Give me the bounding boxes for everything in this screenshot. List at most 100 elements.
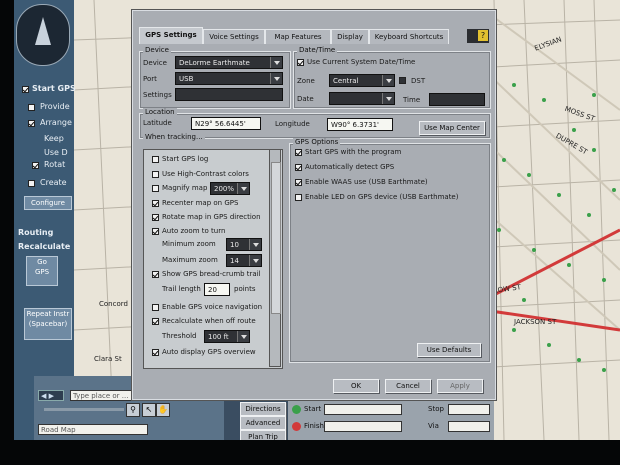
chevron-down-icon (237, 331, 249, 342)
port-select[interactable]: USB (175, 72, 283, 85)
create-checkbox[interactable] (28, 180, 35, 187)
map-type-select[interactable]: Road Map (38, 424, 148, 435)
gps-option-label: Start GPS with the program (305, 148, 402, 156)
gps-option-checkbox[interactable] (295, 149, 302, 156)
tracking-checkbox[interactable] (152, 304, 159, 311)
rotate-checkbox[interactable] (32, 162, 39, 169)
use-defaults-button[interactable]: Use Defaults (417, 343, 481, 357)
provide-checkbox[interactable] (28, 104, 35, 111)
dst-checkbox[interactable] (399, 77, 406, 84)
configure-button[interactable]: Configure (24, 196, 72, 210)
tracking-checkbox[interactable] (152, 228, 159, 235)
tracking-option-label: Enable GPS voice navigation (162, 303, 263, 311)
threshold-value: 100 ft (208, 333, 229, 341)
finish-input[interactable] (324, 421, 402, 432)
start-gps-checkbox[interactable] (22, 86, 29, 93)
tracking-scrollbar[interactable] (269, 149, 281, 367)
tab-gps-settings[interactable]: GPS Settings (139, 27, 203, 44)
stop-input[interactable] (448, 404, 490, 415)
trail-length-input[interactable]: 20 (204, 283, 230, 296)
latitude-input[interactable]: N29° 56.6445' (191, 117, 261, 130)
tab-scroll[interactable]: ? (467, 29, 489, 43)
device-select[interactable]: DeLorme Earthmate (175, 56, 283, 69)
directions-tab[interactable]: Directions (240, 402, 286, 416)
min-zoom-select[interactable]: 10 (226, 238, 262, 251)
tracking-checkbox[interactable] (152, 200, 159, 207)
hand-icon[interactable]: ✋ (156, 403, 170, 417)
longitude-input[interactable]: W90° 6.3731' (327, 118, 393, 131)
datetime-group-title: Date/Time (297, 46, 338, 54)
tracking-checkbox[interactable] (152, 156, 159, 163)
gps-option-label: Enable LED on GPS device (USB Earthmate) (305, 193, 459, 201)
via-input[interactable] (448, 421, 490, 432)
option-label: Rotat (44, 160, 66, 169)
date-field[interactable] (329, 92, 395, 105)
magnify-value: 200% (214, 185, 235, 193)
tracking-option-label: Show GPS bread-crumb trail (162, 270, 261, 278)
gps-option-checkbox[interactable] (295, 164, 302, 171)
tab-voice-settings[interactable]: Voice Settings (203, 29, 265, 44)
tracking-option-label: Maximum zoom (162, 256, 218, 264)
use-system-date-label: Use Current System Date/Time (307, 58, 416, 66)
option-label: Provide (40, 102, 70, 111)
option-label: Create (40, 178, 67, 187)
tab-display[interactable]: Display (331, 29, 369, 44)
time-label: Time (403, 96, 421, 104)
arrange-checkbox[interactable] (28, 120, 35, 127)
scrollbar-thumb[interactable] (271, 162, 281, 314)
chevron-down-icon (382, 93, 394, 104)
tracking-option-label: Trail length (162, 285, 201, 293)
magnifier-icon[interactable]: ⚲ (126, 403, 140, 417)
gps-button[interactable]: Go GPS (26, 256, 58, 286)
magnify-select[interactable]: 200% (210, 182, 250, 195)
tracking-options-list[interactable]: Start GPS log Use High-Contrast colors M… (143, 149, 283, 369)
tracking-group-title: When tracking... (143, 133, 205, 141)
zone-value: Central (333, 77, 359, 85)
tab-keyboard-shortcuts[interactable]: Keyboard Shortcuts (369, 29, 449, 44)
option-label: Use D (44, 148, 68, 157)
tracking-checkbox[interactable] (152, 318, 159, 325)
threshold-select[interactable]: 100 ft (204, 330, 250, 343)
chevron-down-icon (249, 239, 261, 250)
zone-select[interactable]: Central (329, 74, 395, 87)
settings-field[interactable] (175, 88, 283, 101)
cancel-button[interactable]: Cancel (385, 379, 431, 393)
tracking-option-label: Auto zoom to turn (162, 227, 226, 235)
date-label: Date (297, 95, 314, 103)
tracking-checkbox[interactable] (152, 214, 159, 221)
chevron-down-icon (270, 57, 282, 68)
tracking-checkbox[interactable] (152, 185, 159, 192)
tracking-option-label: Minimum zoom (162, 240, 216, 248)
help-icon[interactable]: ? (478, 30, 488, 41)
zoom-slider[interactable] (44, 408, 124, 411)
tracking-checkbox[interactable] (152, 171, 159, 178)
advanced-tab[interactable]: Advanced (240, 416, 286, 430)
use-map-center-button[interactable]: Use Map Center (419, 121, 485, 135)
time-field[interactable] (429, 93, 485, 106)
stop-label: Stop (428, 405, 444, 413)
zone-label: Zone (297, 77, 315, 85)
plan-trip-tab[interactable]: Plan Trip (240, 430, 286, 440)
port-value: USB (179, 75, 194, 83)
chevron-down-icon (270, 73, 282, 84)
use-system-date-checkbox[interactable] (297, 59, 304, 66)
chevron-down-icon (249, 255, 261, 266)
pointer-icon[interactable]: ↖ (142, 403, 156, 417)
start-label: Start (304, 405, 322, 413)
repeat-instruction-button[interactable]: Repeat Instr (Spacebar) (24, 308, 72, 340)
dst-label: DST (411, 77, 426, 85)
max-zoom-value: 14 (230, 257, 239, 265)
tab-map-features[interactable]: Map Features (265, 29, 331, 44)
finish-flag-icon (292, 422, 301, 431)
device-value: DeLorme Earthmate (179, 59, 250, 67)
max-zoom-select[interactable]: 14 (226, 254, 262, 267)
nav-arrows[interactable]: ◀ ▶ (38, 390, 64, 401)
apply-button[interactable]: Apply (437, 379, 483, 393)
tracking-checkbox[interactable] (152, 349, 159, 356)
tracking-checkbox[interactable] (152, 271, 159, 278)
gps-option-checkbox[interactable] (295, 179, 302, 186)
ok-button[interactable]: OK (333, 379, 379, 393)
start-input[interactable] (324, 404, 402, 415)
longitude-label: Longitude (275, 120, 310, 128)
gps-option-checkbox[interactable] (295, 194, 302, 201)
